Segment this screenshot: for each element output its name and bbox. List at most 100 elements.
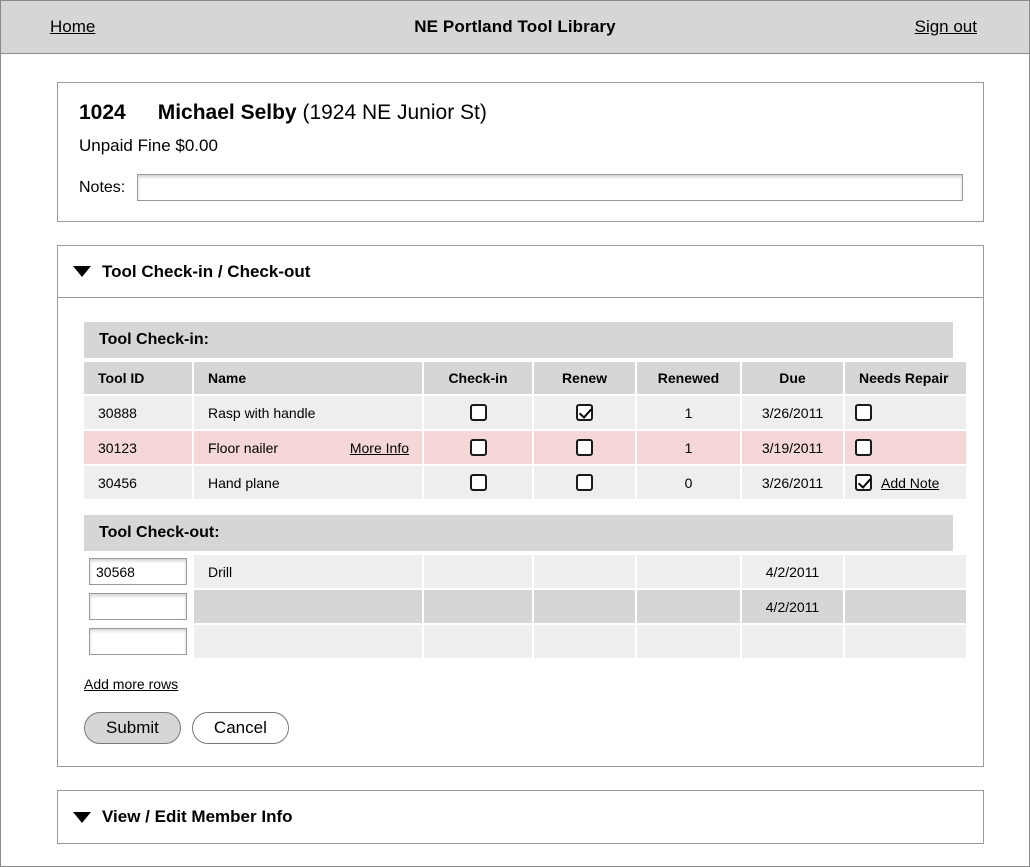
sign-out-link[interactable]: Sign out (915, 17, 977, 37)
cell-renew (534, 431, 635, 464)
cell-check-in (424, 396, 532, 429)
tool-checkin-checkout-header[interactable]: Tool Check-in / Check-out (58, 246, 983, 298)
table-row (84, 625, 966, 658)
cell-name (194, 625, 422, 658)
tool-id-input[interactable] (89, 593, 187, 620)
tool-name-text: Hand plane (208, 474, 280, 491)
cell-needs-repair (845, 625, 966, 658)
chevron-down-icon (73, 811, 91, 823)
tool-checkout-table: Drill 4/2/20114/2/2011 (82, 553, 968, 660)
app-title: NE Portland Tool Library (414, 17, 616, 36)
page-content: 1024 Michael Selby (1924 NE Junior St) Un… (1, 54, 1029, 844)
tool-checkin-checkout-panel: Tool Check-in / Check-out Tool Check-in:… (57, 245, 984, 767)
tool-name-text: Rasp with handle (208, 404, 316, 421)
tool-checkout-heading: Tool Check-out: (84, 515, 953, 551)
cell-needs-repair (845, 431, 966, 464)
table-row: 4/2/2011 (84, 590, 966, 623)
cell-due-date: 3/26/2011 (742, 396, 843, 429)
cell-due-date: 4/2/2011 (742, 590, 843, 623)
notes-label: Notes: (79, 178, 126, 196)
cell-tool-id: 30123 (84, 431, 192, 464)
view-edit-member-info-header[interactable]: View / Edit Member Info (58, 791, 983, 843)
tool-id-input[interactable] (89, 628, 187, 655)
cell-name: Rasp with handle (194, 396, 422, 429)
renew-checkbox[interactable] (576, 474, 593, 492)
page-root: Home NE Portland Tool Library Sign out 1… (0, 0, 1030, 867)
home-link[interactable]: Home (50, 17, 95, 37)
renew-checkbox[interactable] (576, 404, 593, 422)
member-id: 1024 (79, 101, 126, 124)
cell-renewed-count (637, 555, 740, 588)
cell-name: Floor nailer More Info (194, 431, 422, 464)
column-header-name: Name (194, 362, 422, 394)
top-navigation-bar: Home NE Portland Tool Library Sign out (1, 0, 1029, 54)
cell-renew (534, 396, 635, 429)
cell-renewed-count: 0 (637, 466, 740, 499)
cell-renewed-count: 1 (637, 431, 740, 464)
form-button-row: Submit Cancel (84, 712, 953, 744)
cell-needs-repair (845, 590, 966, 623)
needs-repair-checkbox[interactable] (855, 439, 872, 456)
add-note-link[interactable]: Add Note (881, 475, 939, 491)
notes-input[interactable] (137, 174, 963, 201)
cell-tool-id-input (84, 555, 192, 588)
cell-due-date (742, 625, 843, 658)
cell-renewed-count (637, 590, 740, 623)
cell-renewed-count (637, 625, 740, 658)
check-in-checkbox[interactable] (469, 474, 487, 492)
table-row: 30456 Hand plane 0 3/26/2011 Add Note (84, 466, 966, 499)
member-address: (1924 NE Junior St) (302, 101, 487, 124)
cell-tool-id-input (84, 625, 192, 658)
table-row: 30888 Rasp with handle 1 3/26/2011 (84, 396, 966, 429)
table-header-row: Tool ID Name Check-in Renew Renewed Due … (84, 362, 966, 394)
cell-check-in (424, 555, 532, 588)
cell-tool-id: 30456 (84, 466, 192, 499)
cell-needs-repair: Add Note (845, 466, 966, 499)
table-row: 30123 Floor nailer More Info 1 3/19/2011 (84, 431, 966, 464)
cell-needs-repair (845, 396, 966, 429)
cell-renew (534, 555, 635, 588)
chevron-down-icon (73, 266, 91, 277)
cell-check-in (424, 466, 532, 499)
renew-checkbox[interactable] (576, 439, 593, 457)
cell-renew (534, 466, 635, 499)
cell-name: Drill (194, 555, 422, 588)
add-more-rows-link[interactable]: Add more rows (84, 676, 178, 692)
view-edit-member-info-title: View / Edit Member Info (102, 807, 293, 826)
member-summary-panel: 1024 Michael Selby (1924 NE Junior St) Un… (57, 82, 984, 222)
cell-needs-repair (845, 555, 966, 588)
cell-due-date: 3/26/2011 (742, 466, 843, 499)
cell-name (194, 590, 422, 623)
cell-check-in (424, 625, 532, 658)
tool-name-text: Floor nailer (208, 439, 279, 456)
needs-repair-checkbox[interactable] (855, 474, 872, 491)
column-header-due: Due (742, 362, 843, 394)
column-header-renewed: Renewed (637, 362, 740, 394)
member-name: Michael Selby (157, 101, 297, 124)
submit-button[interactable]: Submit (84, 712, 181, 744)
unpaid-fine-label: Unpaid Fine $0.00 (79, 136, 218, 155)
cell-check-in (424, 431, 532, 464)
notes-row: Notes: (79, 174, 963, 201)
member-identity-line: 1024 Michael Selby (1924 NE Junior St) (79, 99, 963, 127)
cell-tool-id: 30888 (84, 396, 192, 429)
cell-renew (534, 590, 635, 623)
cancel-button[interactable]: Cancel (191, 712, 289, 744)
column-header-renew: Renew (534, 362, 635, 394)
cell-renew (534, 625, 635, 658)
tool-checkin-checkout-body: Tool Check-in: Tool ID Name Check-in Ren… (58, 298, 983, 766)
table-row: Drill 4/2/2011 (84, 555, 966, 588)
needs-repair-checkbox[interactable] (855, 404, 872, 421)
column-header-tool-id: Tool ID (84, 362, 192, 394)
cell-check-in (424, 590, 532, 623)
cell-name: Hand plane (194, 466, 422, 499)
tool-checkin-heading: Tool Check-in: (84, 322, 953, 358)
view-edit-member-info-panel: View / Edit Member Info (57, 790, 984, 844)
cell-tool-id-input (84, 590, 192, 623)
cell-due-date: 4/2/2011 (742, 555, 843, 588)
check-in-checkbox[interactable] (469, 439, 487, 457)
check-in-checkbox[interactable] (469, 404, 487, 422)
tool-checkin-checkout-title: Tool Check-in / Check-out (102, 261, 311, 281)
more-info-link[interactable]: More Info (350, 440, 409, 456)
tool-id-input[interactable] (89, 558, 187, 585)
